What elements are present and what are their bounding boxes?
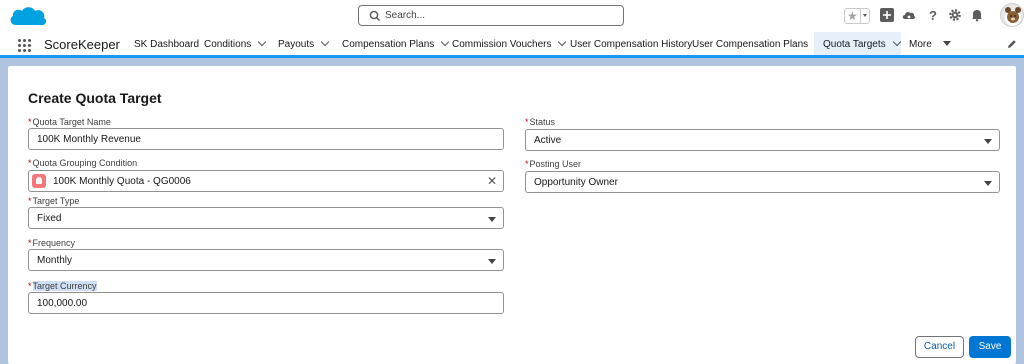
tab-quota-targets[interactable]: Quota Targets [814,32,901,58]
posting-user-select[interactable]: Opportunity Owner [525,171,1000,193]
caret-down-icon[interactable] [942,41,951,46]
field-value: 100,000.00 [37,298,88,309]
caret-down-icon [984,139,992,144]
target-currency-input[interactable]: 100,000.00 [28,292,504,314]
tab-label: User Compensation History [570,39,693,50]
quota-grouping-condition-label: *Quota Grouping Condition [28,158,137,168]
tab-conditions[interactable]: Conditions [196,32,272,58]
tab-commission-vouchers[interactable]: Commission Vouchers [446,32,572,58]
target-type-select[interactable]: Fixed [28,207,504,229]
required-marker: * [28,117,32,127]
favorites-dropdown-icon[interactable] [860,9,869,23]
save-button[interactable]: Save [969,336,1011,358]
required-marker: * [28,158,32,168]
add-icon[interactable] [880,8,894,22]
caret-down-icon [488,259,496,264]
tab-label: Quota Targets [823,39,886,50]
frequency-select[interactable]: Monthly [28,249,504,271]
lookup-record-icon [32,174,46,188]
label-text: Quota Target Name [32,117,111,127]
label-text: Frequency [32,238,76,248]
favorites-button[interactable]: ★ [844,8,870,24]
required-marker: * [28,238,32,248]
required-marker: * [525,159,529,169]
tab-compensation-plans[interactable]: Compensation Plans [334,32,455,58]
edit-nav-pencil-icon[interactable] [1006,38,1018,50]
global-search-input[interactable]: Search... [358,5,624,26]
tab-label: More [909,39,932,50]
caret-down-icon [984,181,992,186]
field-value: Fixed [37,213,62,224]
target-currency-label: *Target Currency [28,281,97,291]
required-marker: * [28,196,32,206]
required-marker: * [525,117,529,127]
status-label: *Status [525,117,555,127]
app-launcher-icon[interactable] [18,39,32,53]
field-value: Opportunity Owner [534,177,618,188]
salesforce-cloud-logo[interactable] [8,4,48,29]
search-placeholder: Search... [385,10,426,21]
required-marker: * [28,281,32,291]
tab-user-compensation-history[interactable]: User Compensation History [564,32,698,58]
caret-down-icon [488,217,496,222]
bell-icon[interactable] [970,8,984,22]
status-select[interactable]: Active [525,129,1000,151]
gear-icon[interactable] [948,8,962,22]
label-text: Target Currency [32,281,97,291]
label-text: Quota Grouping Condition [32,158,138,168]
tab-label: SK Dashboard [134,39,200,50]
field-value: 100K Monthly Quota - QG0006 [53,176,191,187]
cancel-button[interactable]: Cancel [915,336,964,358]
tab-label: Compensation Plans [342,39,435,50]
chevron-down-icon[interactable] [259,39,266,46]
frequency-label: *Frequency [28,238,75,248]
chevron-down-icon[interactable] [894,39,901,46]
quota-grouping-condition-lookup[interactable]: 100K Monthly Quota - QG0006 ✕ [28,170,504,192]
label-text: Target Type [32,196,80,206]
posting-user-label: *Posting User [525,159,581,169]
tab-sk-dashboard[interactable]: SK Dashboard [126,32,207,58]
label-text: Posting User [529,159,582,169]
tab-payouts[interactable]: Payouts [270,32,335,58]
chevron-down-icon[interactable] [322,39,329,46]
tab-label: Payouts [278,39,315,50]
page-title: Create Quota Target [28,90,162,106]
tab-user-compensation-plans[interactable]: User Compensation Plans [684,32,829,58]
tab-label: Commission Vouchers [452,39,552,50]
field-value: Active [534,135,562,146]
setup-assistant-icon[interactable] [902,8,916,22]
star-icon: ★ [847,9,858,23]
app-navigation-bar: ScoreKeeper SK Dashboard Conditions Payo… [0,32,1024,58]
quota-target-name-label: *Quota Target Name [28,117,111,127]
user-avatar[interactable] [1000,3,1024,27]
field-value: 100K Monthly Revenue [37,134,141,145]
label-text: Status [529,117,556,127]
help-icon[interactable]: ? [926,8,940,22]
clear-selection-icon[interactable]: ✕ [487,174,497,188]
tab-label: Conditions [204,39,252,50]
target-type-label: *Target Type [28,196,79,206]
search-icon [369,10,380,21]
quota-target-name-input[interactable]: 100K Monthly Revenue [28,128,504,150]
tab-label: User Compensation Plans [692,39,809,50]
field-value: Monthly [37,255,73,266]
svg-text:?: ? [929,8,937,22]
global-header: Search... ★ ? [0,0,1024,32]
astro-avatar-icon [1005,7,1021,26]
app-name: ScoreKeeper [44,37,120,52]
tab-more[interactable]: More [901,32,957,58]
